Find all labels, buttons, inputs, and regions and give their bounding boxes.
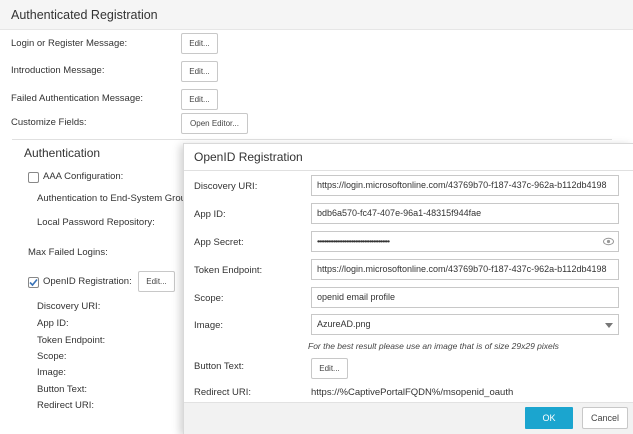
authentication-title: Authentication [24,146,101,160]
login-register-edit-button[interactable]: Edit... [181,33,218,54]
dialog-title: OpenID Registration [194,150,303,164]
redirect-uri-value: https://%CaptivePortalFQDN%/msopenid_oau… [311,387,514,398]
image-select-value: AzureAD.png [317,319,371,329]
app-id-label: App ID: [37,318,69,329]
discovery-uri-input[interactable]: https://login.microsoftonline.com/43769b… [311,175,619,196]
check-icon [29,278,38,287]
page-title: Authenticated Registration [11,8,158,22]
failed-auth-message-label: Failed Authentication Message: [11,93,144,104]
button-text-label: Button Text: [37,384,87,395]
local-password-repository-label: Local Password Repository: [37,217,155,228]
openid-registration-label: OpenID Registration: [43,276,132,287]
cancel-button[interactable]: Cancel [582,407,628,429]
app-id-input[interactable]: bdb6a570-fc47-407e-96a1-48315f944fae [311,203,619,224]
page-header: Authenticated Registration [0,0,633,30]
customize-fields-label: Customize Fields: [11,117,87,128]
app-secret-input[interactable]: •••••••••••••••••••••••••••••••••••••••• [311,231,619,252]
token-endpoint-field-label: Token Endpoint: [194,265,263,276]
button-text-edit-button[interactable]: Edit... [311,358,348,379]
app-id-field-label: App ID: [194,209,226,220]
scope-input[interactable]: openid email profile [311,287,619,308]
token-endpoint-input[interactable]: https://login.microsoftonline.com/43769b… [311,259,619,280]
ok-button[interactable]: OK [525,407,573,429]
scope-label: Scope: [37,351,67,362]
discovery-uri-label: Discovery URI: [37,301,101,312]
image-select[interactable]: AzureAD.png [311,314,619,335]
scope-field-label: Scope: [194,293,224,304]
discovery-uri-field-label: Discovery URI: [194,181,258,192]
button-text-field-label: Button Text: [194,361,244,372]
token-endpoint-label: Token Endpoint: [37,335,106,346]
openid-edit-button[interactable]: Edit... [138,271,175,292]
dialog-header: OpenID Registration [184,144,633,171]
dialog-footer: OK Cancel [184,402,633,434]
app-secret-value: •••••••••••••••••••••••••••••••••••••••• [317,237,390,246]
login-register-message-label: Login or Register Message: [11,38,128,49]
image-label: Image: [37,367,67,378]
app-secret-field-label: App Secret: [194,237,244,248]
auth-to-end-system-group-label: Authentication to End-System Group [37,193,192,204]
introduction-message-label: Introduction Message: [11,65,105,76]
introduction-edit-button[interactable]: Edit... [181,61,218,82]
image-size-hint: For the best result please use an image … [308,341,559,351]
aaa-configuration-label: AAA Configuration: [43,171,124,182]
aaa-configuration-checkbox[interactable] [28,172,39,183]
openid-registration-checkbox[interactable] [28,277,39,288]
chevron-down-icon [605,323,613,328]
max-failed-logins-label: Max Failed Logins: [28,247,108,258]
open-editor-button[interactable]: Open Editor... [181,113,248,134]
image-field-label: Image: [194,320,224,331]
failed-auth-edit-button[interactable]: Edit... [181,89,218,110]
eye-icon[interactable] [603,237,614,246]
redirect-uri-label: Redirect URI: [37,400,95,411]
openid-registration-dialog: OpenID Registration Discovery URI: https… [183,143,633,434]
redirect-uri-field-label: Redirect URI: [194,387,252,398]
